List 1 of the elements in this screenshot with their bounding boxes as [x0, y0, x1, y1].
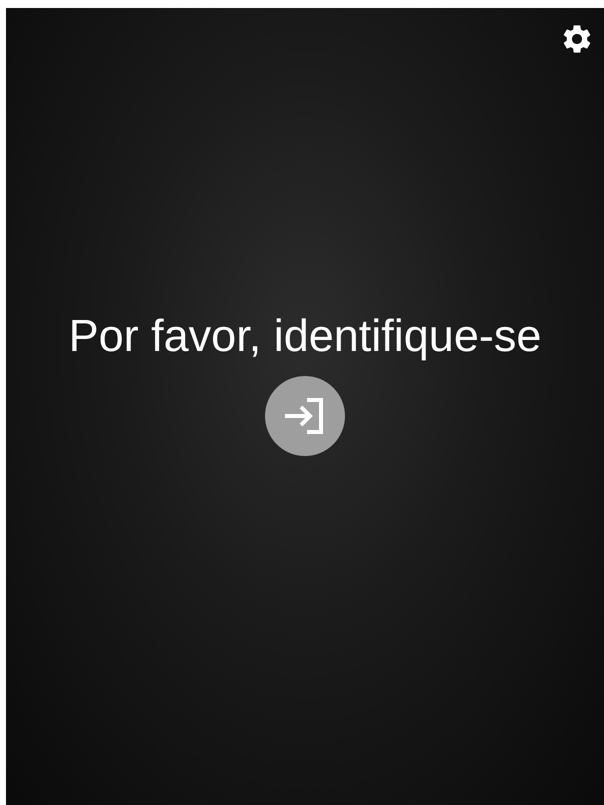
login-prompt: Por favor, identifique-se: [68, 310, 542, 362]
